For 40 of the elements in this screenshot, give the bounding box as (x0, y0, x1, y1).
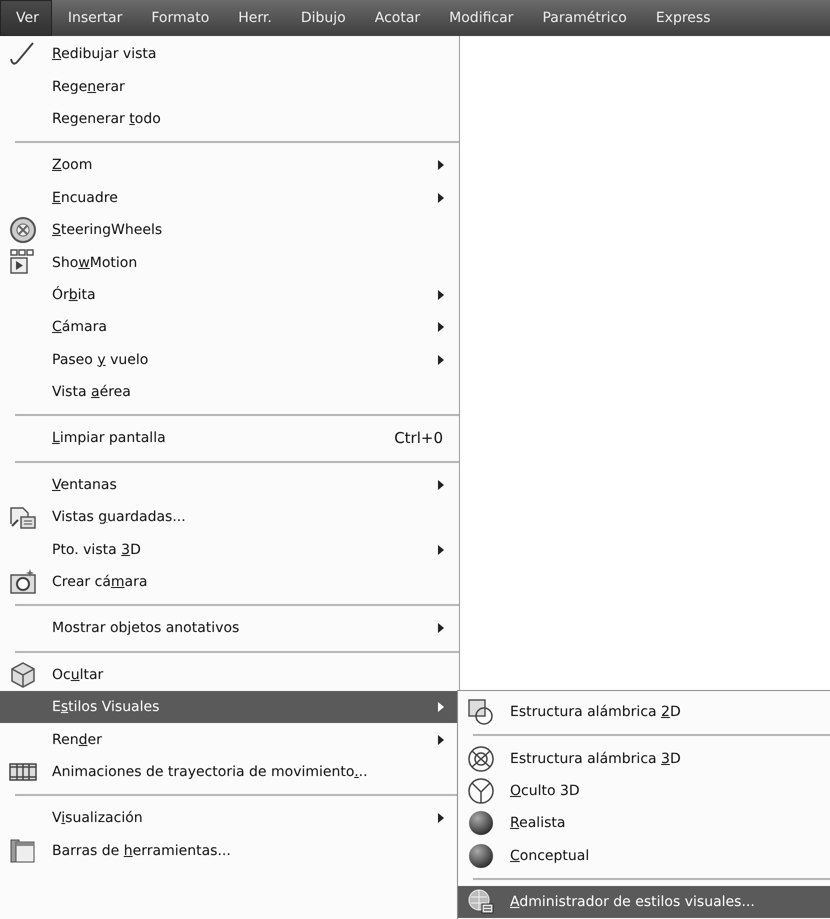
menu-item[interactable]: Regenerar (0, 70, 459, 103)
menu-bar-item[interactable]: Express (640, 0, 724, 36)
menu-item[interactable]: Encuadre (0, 182, 459, 214)
menu-item[interactable]: Administrador de estilos visuales... (458, 886, 830, 918)
menu-item[interactable]: ShowMotion (0, 246, 459, 279)
menu-item[interactable]: Limpiar pantalla Ctrl+0 (0, 422, 459, 455)
menu-item[interactable]: Ocultar (0, 658, 459, 692)
menu-item[interactable]: Estructura alámbrica 3D (458, 742, 830, 775)
menu-item[interactable]: Vistas guardadas... (0, 501, 459, 534)
menu-bar-item[interactable]: Formato (135, 0, 222, 36)
menu-item[interactable]: Cámara (0, 311, 459, 344)
sphere-icon (466, 776, 496, 806)
wire-sphere-icon (466, 744, 496, 774)
menu-bar-item[interactable]: Ver (0, 0, 52, 36)
menu-item[interactable]: Oculto 3D (458, 774, 830, 808)
steering-wheel-icon (8, 215, 38, 246)
menu-item[interactable]: Crear cámara (0, 566, 459, 598)
menu-item[interactable]: Zoom (0, 149, 459, 182)
menu-item[interactable]: Ventanas (0, 468, 459, 502)
menu-item[interactable]: Visualización (0, 802, 459, 835)
menu-bar-item[interactable]: Paramétrico (526, 0, 640, 36)
menu-item[interactable]: Órbita (0, 278, 459, 312)
shortcut-label: Ctrl+0 (394, 429, 443, 448)
menu-item[interactable]: Realista (458, 807, 830, 840)
menu-bar-item[interactable]: Modificar (433, 0, 526, 36)
menu-bar-item[interactable]: Insertar (52, 0, 136, 36)
menu-item[interactable]: Estructura alámbrica 2D (458, 696, 830, 728)
menu-bar-item[interactable]: Acotar (358, 0, 434, 36)
menu-item[interactable]: Estilos Visuales (0, 691, 459, 724)
menu-bar-item[interactable]: Dibujo (284, 0, 359, 36)
menu-item[interactable]: Vista aérea (0, 376, 459, 408)
menu-item[interactable]: Pto. vista 3D (0, 533, 459, 566)
menu-item[interactable]: Conceptual (458, 840, 830, 872)
menu-item[interactable]: SteeringWheels (0, 214, 459, 246)
menu-item[interactable]: Render (0, 723, 459, 756)
menu-item[interactable]: Paseo y vuelo (0, 344, 459, 376)
menu-item[interactable]: Redibujar vista (0, 38, 459, 70)
menu-item[interactable]: Mostrar objetos anotativos (0, 612, 459, 645)
menu-item[interactable]: Regenerar todo (0, 102, 459, 136)
menu-bar-item[interactable]: Herr. (222, 0, 285, 36)
